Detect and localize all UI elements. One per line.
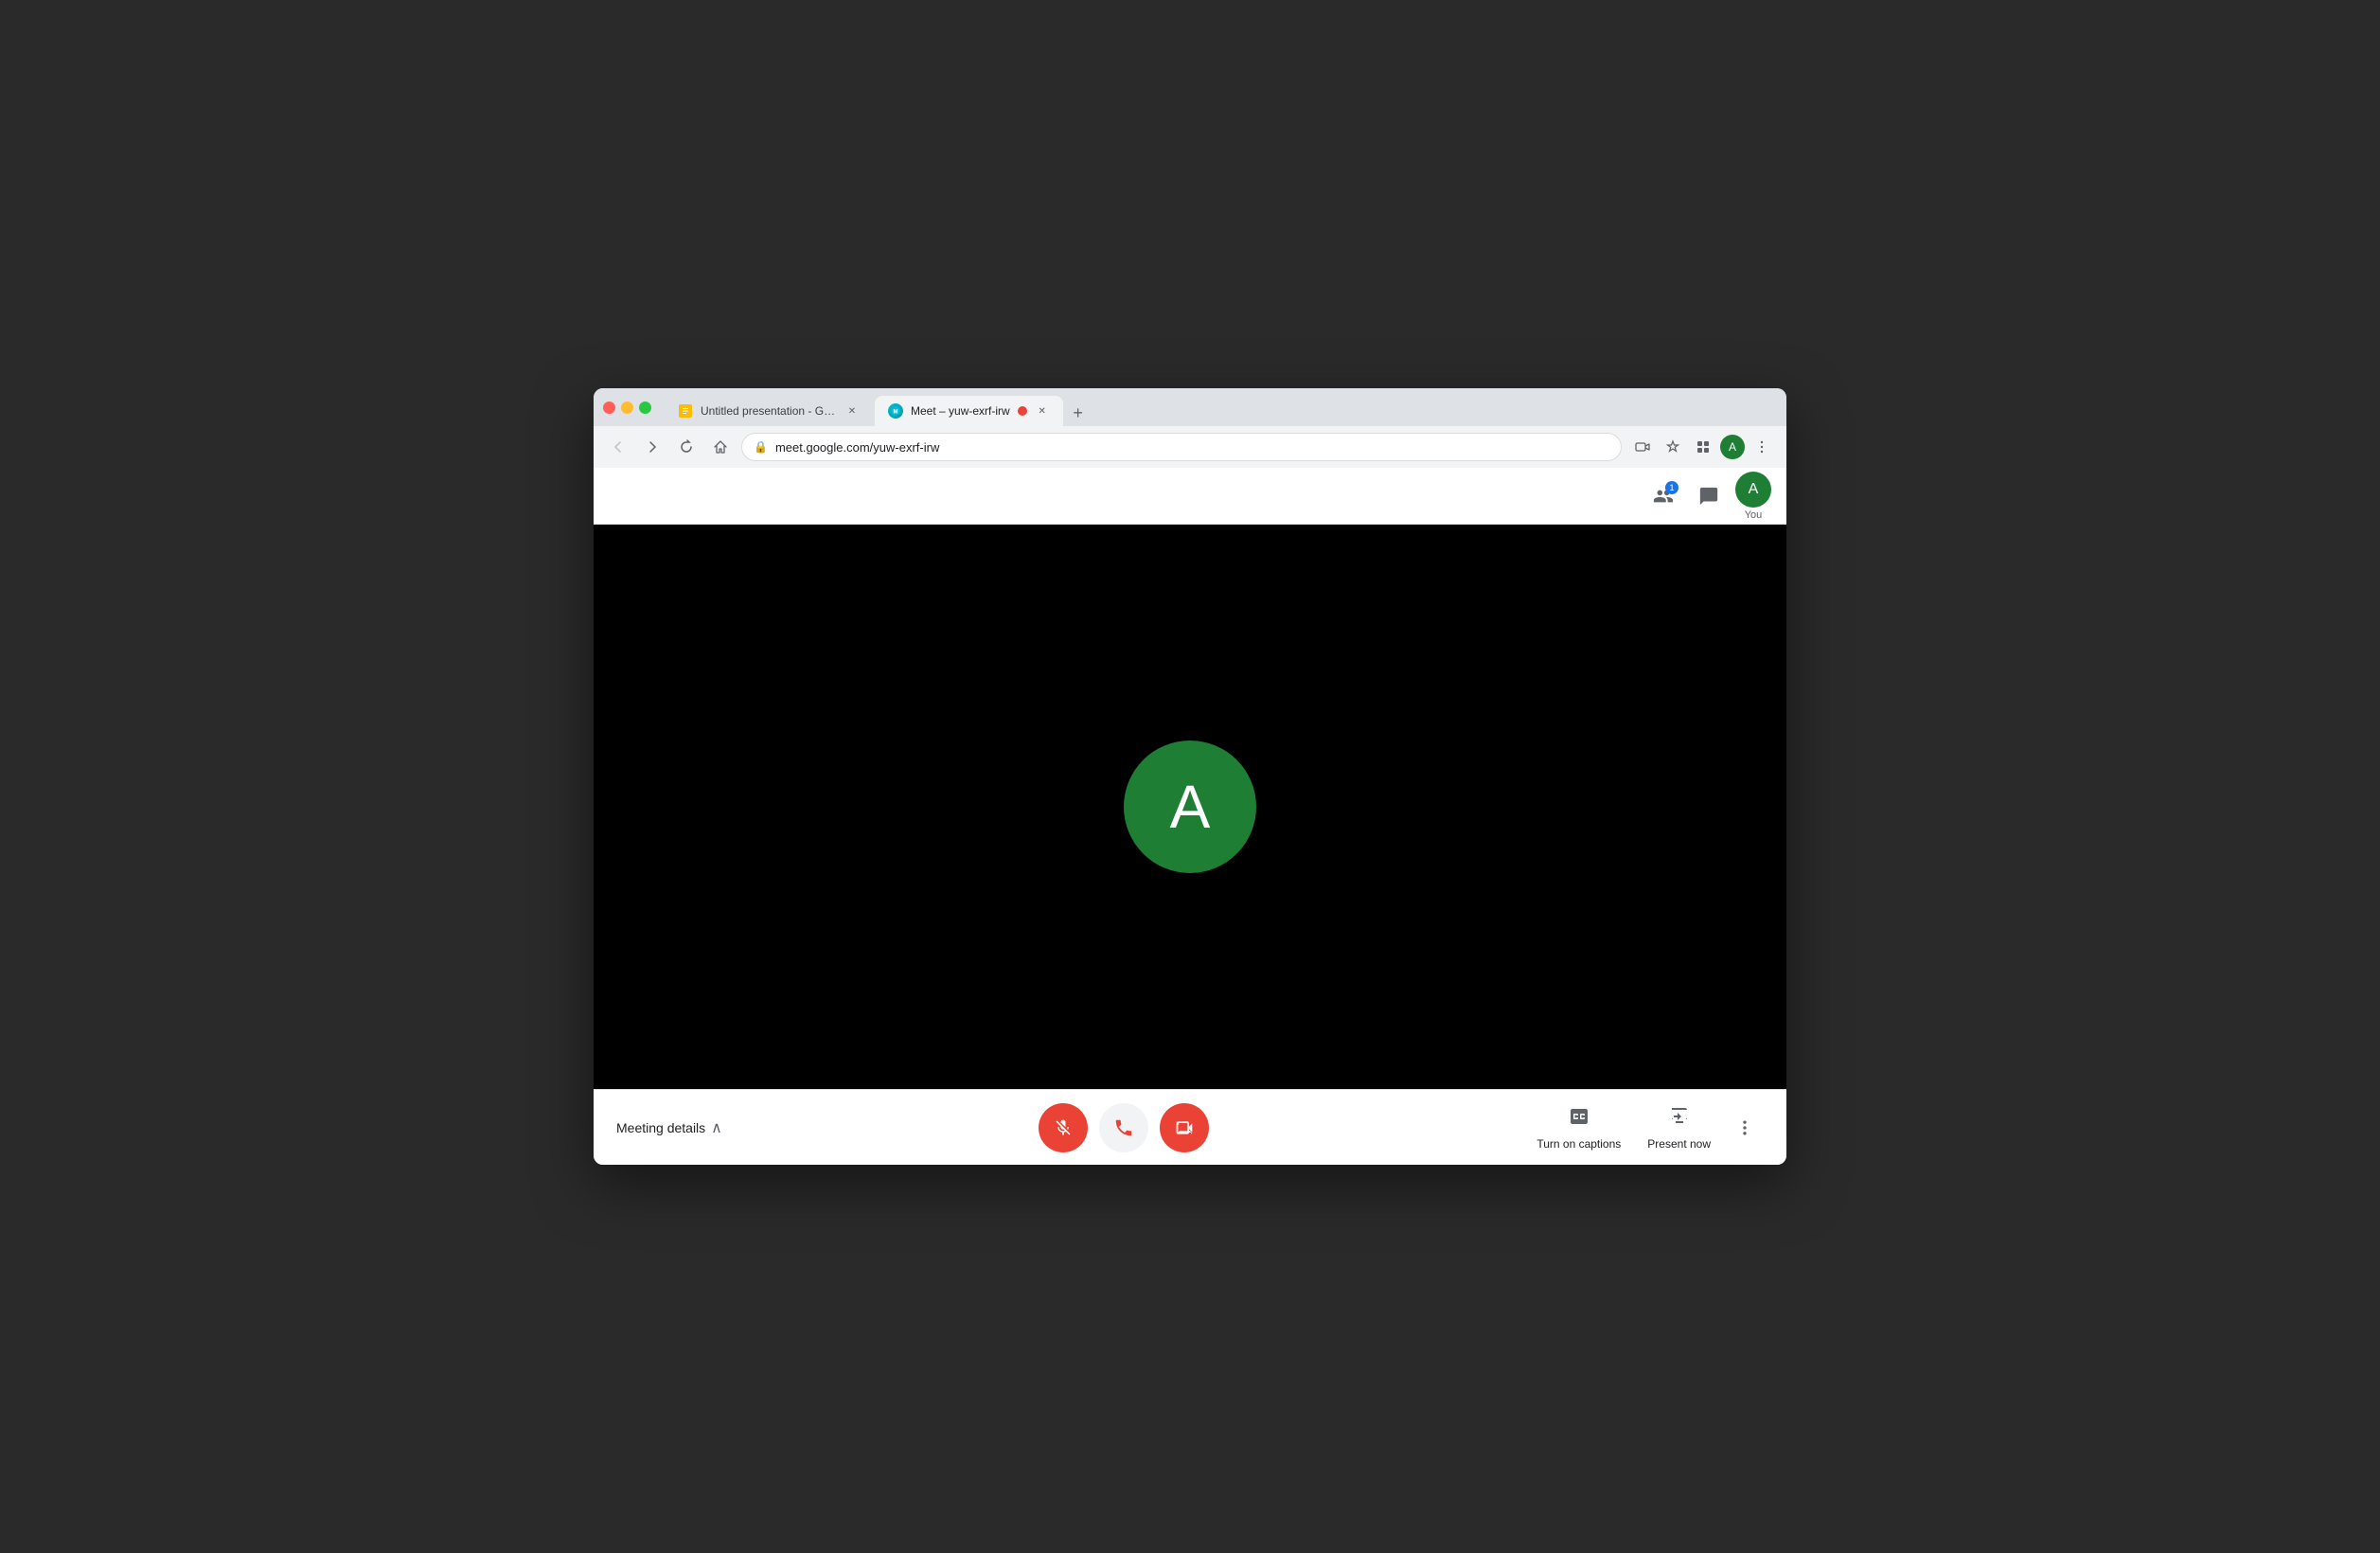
user-avatar-toolbar[interactable]: A: [1720, 435, 1745, 459]
slides-icon: [679, 404, 692, 418]
captions-icon: [1568, 1105, 1590, 1134]
user-avatar-panel: A You: [1735, 472, 1771, 521]
back-button[interactable]: [605, 434, 631, 460]
recording-indicator: [1018, 406, 1027, 416]
slides-tab-icon: [678, 403, 693, 419]
slides-tab-label: Untitled presentation - Google: [701, 404, 837, 418]
meet-icon: M: [888, 403, 903, 419]
forward-button[interactable]: [639, 434, 666, 460]
address-bar-row: 🔒 meet.google.com/yuw-exrf-irw: [594, 426, 1786, 468]
captions-button[interactable]: Turn on captions: [1525, 1098, 1632, 1158]
camera-toolbar-button[interactable]: [1629, 434, 1656, 460]
avatar-video-letter: A: [1170, 772, 1211, 842]
people-button[interactable]: 1: [1644, 477, 1682, 515]
menu-button[interactable]: [1749, 434, 1775, 460]
user-avatar-video: A: [1124, 741, 1256, 873]
home-button[interactable]: [707, 434, 734, 460]
extensions-button[interactable]: [1690, 434, 1716, 460]
maximize-button[interactable]: [639, 402, 651, 414]
meeting-details[interactable]: Meeting details ∧: [616, 1118, 722, 1137]
right-controls: Turn on captions Present now: [1525, 1098, 1764, 1158]
tab-slides[interactable]: Untitled presentation - Google ✕: [665, 396, 873, 426]
slides-tab-close[interactable]: ✕: [844, 403, 860, 419]
meet-tab-icon-container: M: [888, 403, 903, 419]
svg-text:M: M: [894, 410, 898, 416]
captions-label: Turn on captions: [1536, 1137, 1621, 1151]
refresh-button[interactable]: [673, 434, 700, 460]
video-area: A: [594, 525, 1786, 1089]
traffic-lights: [603, 402, 651, 414]
you-label: You: [1745, 509, 1763, 521]
tabs-row: Untitled presentation - Google ✕ M Meet …: [665, 388, 1777, 426]
toolbar-right: A: [1629, 434, 1775, 460]
chat-button[interactable]: [1690, 477, 1728, 515]
new-tab-button[interactable]: +: [1065, 400, 1092, 426]
minimize-button[interactable]: [621, 402, 633, 414]
mute-button[interactable]: [1039, 1103, 1088, 1152]
more-options-button[interactable]: [1726, 1109, 1764, 1147]
chevron-icon: ∧: [711, 1118, 722, 1137]
chrome-bar: Untitled presentation - Google ✕ M Meet …: [594, 388, 1786, 426]
meeting-details-label: Meeting details: [616, 1120, 705, 1135]
present-button[interactable]: Present now: [1636, 1098, 1722, 1158]
star-button[interactable]: [1660, 434, 1686, 460]
bottom-bar: Meeting details ∧: [594, 1089, 1786, 1165]
user-avatar-meet[interactable]: A: [1735, 472, 1771, 508]
meet-tab-label: Meet – yuw-exrf-irw: [911, 404, 1010, 418]
people-count-badge: 1: [1665, 481, 1678, 494]
meet-top-panel: 1 A You: [594, 468, 1786, 525]
camera-button[interactable]: [1160, 1103, 1209, 1152]
lock-icon: 🔒: [754, 440, 768, 454]
address-bar[interactable]: 🔒 meet.google.com/yuw-exrf-irw: [741, 433, 1622, 461]
url-text: meet.google.com/yuw-exrf-irw: [775, 440, 1609, 455]
close-button[interactable]: [603, 402, 615, 414]
meet-content: 1 A You A Meeting details ∧: [594, 468, 1786, 1165]
present-label: Present now: [1647, 1137, 1711, 1151]
browser-window: Untitled presentation - Google ✕ M Meet …: [594, 388, 1786, 1165]
present-icon: [1668, 1105, 1691, 1134]
center-controls: [722, 1103, 1525, 1152]
tab-meet[interactable]: M Meet – yuw-exrf-irw ✕: [875, 396, 1063, 426]
end-call-button[interactable]: [1099, 1103, 1148, 1152]
meet-tab-close[interactable]: ✕: [1035, 403, 1050, 419]
